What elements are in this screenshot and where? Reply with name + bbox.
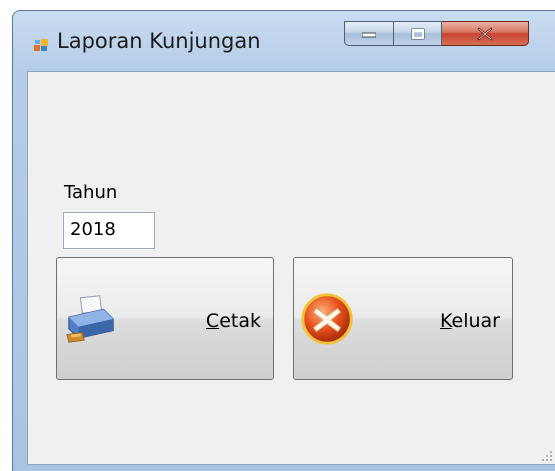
close-button[interactable] [442,21,529,46]
resize-grip[interactable] [541,450,553,462]
app-window: Laporan Kunjungan Tahun 2018 Cetak Kelua… [12,10,555,471]
maximize-icon [411,28,424,39]
window-title: Laporan Kunjungan [57,29,261,53]
print-button-label: Cetak [206,310,261,332]
client-area: Tahun 2018 Cetak Keluar [27,71,555,465]
exit-label-rest: eluar [451,310,500,332]
form-icon [34,39,48,51]
maximize-button[interactable] [394,21,442,46]
exit-accelerator: K [440,310,452,332]
caption-buttons [344,21,529,48]
year-input[interactable]: 2018 [63,212,155,249]
close-icon [477,26,493,41]
exit-button-label: Keluar [440,310,500,332]
title-bar[interactable]: Laporan Kunjungan [13,11,555,71]
minimize-button[interactable] [344,21,394,46]
printer-icon [66,295,114,343]
minimize-icon [362,32,376,37]
exit-button[interactable]: Keluar [293,257,513,380]
exit-icon [301,293,353,345]
year-label: Tahun [64,182,118,203]
print-accelerator: C [205,310,220,332]
print-label-rest: etak [219,310,261,332]
print-button[interactable]: Cetak [56,257,274,380]
